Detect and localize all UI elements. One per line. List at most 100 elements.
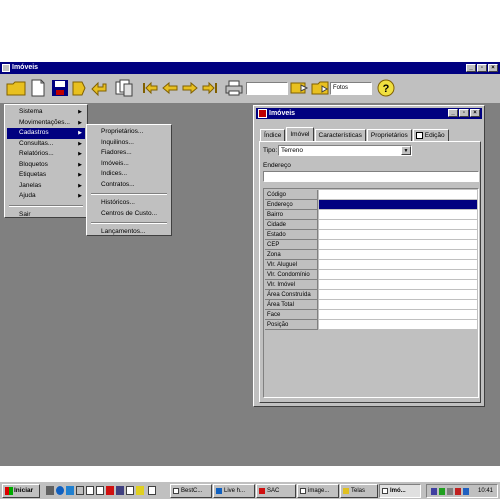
printer-icon[interactable] bbox=[224, 78, 244, 98]
app-title-bar[interactable]: Imóveis _ ▫ × bbox=[0, 62, 500, 74]
grid-row[interactable]: Bairro bbox=[264, 210, 478, 220]
network-tray-icon[interactable] bbox=[431, 488, 437, 495]
grid-row-value[interactable] bbox=[319, 220, 477, 230]
outlook-quick-icon[interactable] bbox=[66, 486, 74, 495]
grid-row[interactable]: Zona bbox=[264, 250, 478, 260]
open-folder-icon[interactable] bbox=[6, 78, 26, 98]
task-imoveis[interactable]: Imó... bbox=[379, 484, 421, 498]
house-icon[interactable] bbox=[258, 109, 267, 118]
grid-row-value[interactable] bbox=[319, 190, 477, 200]
tipo-select[interactable]: Terreno ▼ bbox=[278, 145, 412, 156]
antivirus-tray-icon[interactable] bbox=[439, 488, 445, 495]
photos-icon[interactable] bbox=[310, 78, 330, 98]
grid-row[interactable]: Posição bbox=[264, 320, 478, 330]
task-sac[interactable]: SAC bbox=[256, 484, 296, 498]
child-close-button[interactable]: × bbox=[470, 109, 480, 117]
tab-indice[interactable]: Índice bbox=[260, 129, 286, 141]
photos-field[interactable]: Fotos bbox=[330, 82, 372, 95]
grid-row[interactable]: Área Construída bbox=[264, 290, 478, 300]
grid-row-value[interactable] bbox=[319, 290, 477, 300]
help-icon[interactable]: ? bbox=[376, 78, 396, 98]
notepad-quick-icon[interactable] bbox=[96, 486, 104, 495]
menu-item-imoveis[interactable]: Imóveis... bbox=[89, 159, 169, 170]
update-tray-icon[interactable] bbox=[455, 488, 461, 495]
task-image[interactable]: image... bbox=[297, 484, 339, 498]
browser-quick-icon[interactable] bbox=[56, 486, 64, 495]
grid-row-value[interactable] bbox=[319, 320, 477, 330]
task-bestc[interactable]: BestC... bbox=[170, 484, 212, 498]
grid-row[interactable]: Área Total bbox=[264, 300, 478, 310]
next-record-icon[interactable] bbox=[180, 78, 200, 98]
grid-row[interactable]: Vlr. Condomínio bbox=[264, 270, 478, 280]
document-quick-icon[interactable] bbox=[86, 486, 94, 495]
grid-row-value[interactable] bbox=[319, 210, 477, 220]
grid-row[interactable]: Estado bbox=[264, 230, 478, 240]
grid-row[interactable]: Código bbox=[264, 190, 478, 200]
copy-pages-icon[interactable] bbox=[114, 78, 134, 98]
grid-row-value[interactable] bbox=[319, 250, 477, 260]
menu-item-inquilinos[interactable]: Inquilinos... bbox=[89, 138, 169, 149]
menu-item-sair[interactable]: Sair bbox=[7, 210, 85, 221]
minimize-button[interactable]: _ bbox=[466, 64, 476, 72]
first-record-icon[interactable] bbox=[140, 78, 160, 98]
terminal-quick-icon[interactable] bbox=[116, 486, 124, 495]
endereco-field[interactable] bbox=[263, 171, 479, 182]
clock[interactable]: 10:41 bbox=[478, 485, 493, 497]
search-input[interactable] bbox=[246, 82, 288, 95]
restore-button[interactable]: ▫ bbox=[477, 64, 487, 72]
app-quick-icon[interactable] bbox=[76, 486, 84, 495]
grid-row[interactable]: Cidade bbox=[264, 220, 478, 230]
grid-row-value[interactable] bbox=[319, 260, 477, 270]
acrobat-quick-icon[interactable] bbox=[106, 486, 114, 495]
task-telas[interactable]: Telas bbox=[340, 484, 378, 498]
clipboard-icon[interactable] bbox=[70, 78, 90, 98]
menu-item-ajuda[interactable]: Ajuda ▶ bbox=[7, 191, 85, 202]
menu-item-janelas[interactable]: Janelas ▶ bbox=[7, 181, 85, 192]
messenger-tray-icon[interactable] bbox=[463, 488, 469, 495]
child-minimize-button[interactable]: _ bbox=[448, 109, 458, 117]
blank-quick-icon[interactable] bbox=[148, 486, 156, 495]
window-quick-icon[interactable] bbox=[126, 486, 134, 495]
menu-item-sistema[interactable]: Sistema ▶ bbox=[7, 107, 85, 118]
tab-edicao[interactable]: Edição bbox=[412, 129, 449, 141]
grid-row[interactable]: CEP bbox=[264, 240, 478, 250]
menu-item-bloquetos[interactable]: Bloquetos ▶ bbox=[7, 160, 85, 171]
grid-row-value[interactable] bbox=[319, 200, 477, 210]
speaker-tray-icon[interactable] bbox=[447, 488, 453, 495]
new-document-icon[interactable] bbox=[28, 78, 48, 98]
menu-item-contratos[interactable]: Contratos... bbox=[89, 180, 169, 191]
grid-row-value[interactable] bbox=[319, 280, 477, 290]
task-live[interactable]: Live h... bbox=[213, 484, 255, 498]
tab-caracteristicas[interactable]: Características bbox=[314, 129, 366, 141]
menu-item-lancamentos[interactable]: Lançamentos... bbox=[89, 227, 169, 238]
child-restore-button[interactable]: ▫ bbox=[459, 109, 469, 117]
menu-item-movimentacoes[interactable]: Movimentações... ▶ bbox=[7, 118, 85, 129]
grid-row-value[interactable] bbox=[319, 240, 477, 250]
search-records-icon[interactable] bbox=[289, 78, 309, 98]
chevron-down-icon[interactable]: ▼ bbox=[401, 146, 411, 155]
imoveis-window-title-bar[interactable]: Imóveis _ ▫ × bbox=[256, 108, 482, 119]
menu-item-consultas[interactable]: Consultas... ▶ bbox=[7, 139, 85, 150]
menu-item-relatorios[interactable]: Relatórios... ▶ bbox=[7, 149, 85, 160]
desktop-quick-icon[interactable] bbox=[46, 486, 54, 495]
grid-row-value[interactable] bbox=[319, 300, 477, 310]
start-button[interactable]: Iniciar bbox=[2, 484, 40, 498]
grid-row-value[interactable] bbox=[319, 230, 477, 240]
grid-row[interactable]: Vlr. Aluguel bbox=[264, 260, 478, 270]
app-icon[interactable] bbox=[2, 64, 10, 72]
grid-row[interactable]: Vlr. Imóvel bbox=[264, 280, 478, 290]
tab-proprietarios[interactable]: Proprietários bbox=[366, 129, 412, 141]
last-record-icon[interactable] bbox=[200, 78, 220, 98]
menu-item-proprietarios[interactable]: Proprietários... bbox=[89, 127, 169, 138]
save-icon[interactable] bbox=[50, 78, 70, 98]
grid-row[interactable]: Endereço bbox=[264, 200, 478, 210]
undo-icon[interactable] bbox=[90, 78, 110, 98]
menu-item-cadastros[interactable]: Cadastros ▶ bbox=[7, 128, 85, 139]
menu-item-etiquetas[interactable]: Etiquetas ▶ bbox=[7, 170, 85, 181]
menu-item-fiadores[interactable]: Fiadores... bbox=[89, 148, 169, 159]
close-button[interactable]: × bbox=[488, 64, 498, 72]
folder-quick-icon[interactable] bbox=[136, 486, 144, 495]
menu-item-indices[interactable]: Indices... bbox=[89, 169, 169, 180]
menu-item-centros-de-custo[interactable]: Centros de Custo... bbox=[89, 209, 169, 220]
tab-imovel[interactable]: Imóvel bbox=[286, 127, 314, 141]
